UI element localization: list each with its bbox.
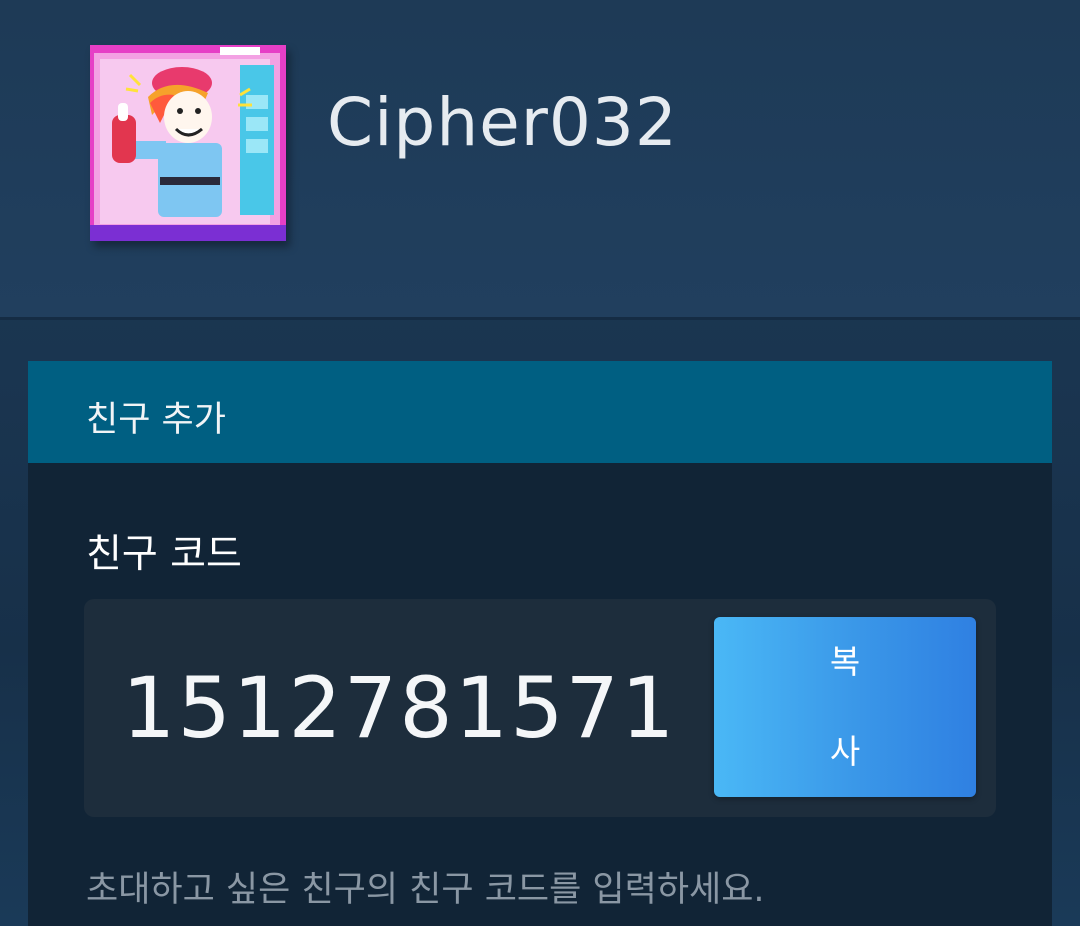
avatar[interactable] bbox=[90, 45, 286, 241]
avatar-image bbox=[90, 45, 286, 241]
panel-title: 친구 추가 bbox=[86, 400, 226, 440]
copy-button[interactable]: 복사 bbox=[714, 617, 976, 797]
friend-code-value: 1512781571 bbox=[122, 659, 677, 757]
username: Cipher032 bbox=[327, 84, 678, 161]
profile-header: Cipher032 bbox=[0, 0, 1080, 317]
friend-code-label: 친구 코드 bbox=[86, 532, 242, 577]
add-friend-panel: 친구 추가 친구 코드 1512781571 복사 초대하고 싶은 친구의 친구… bbox=[28, 361, 1052, 926]
add-friend-panel-header: 친구 추가 bbox=[28, 361, 1052, 463]
header-divider bbox=[0, 317, 1080, 320]
friend-code-hint: 초대하고 싶은 친구의 친구 코드를 입력하세요. bbox=[86, 870, 765, 910]
friend-code-box: 1512781571 복사 bbox=[84, 599, 996, 817]
copy-button-label: 복사 bbox=[829, 642, 861, 771]
